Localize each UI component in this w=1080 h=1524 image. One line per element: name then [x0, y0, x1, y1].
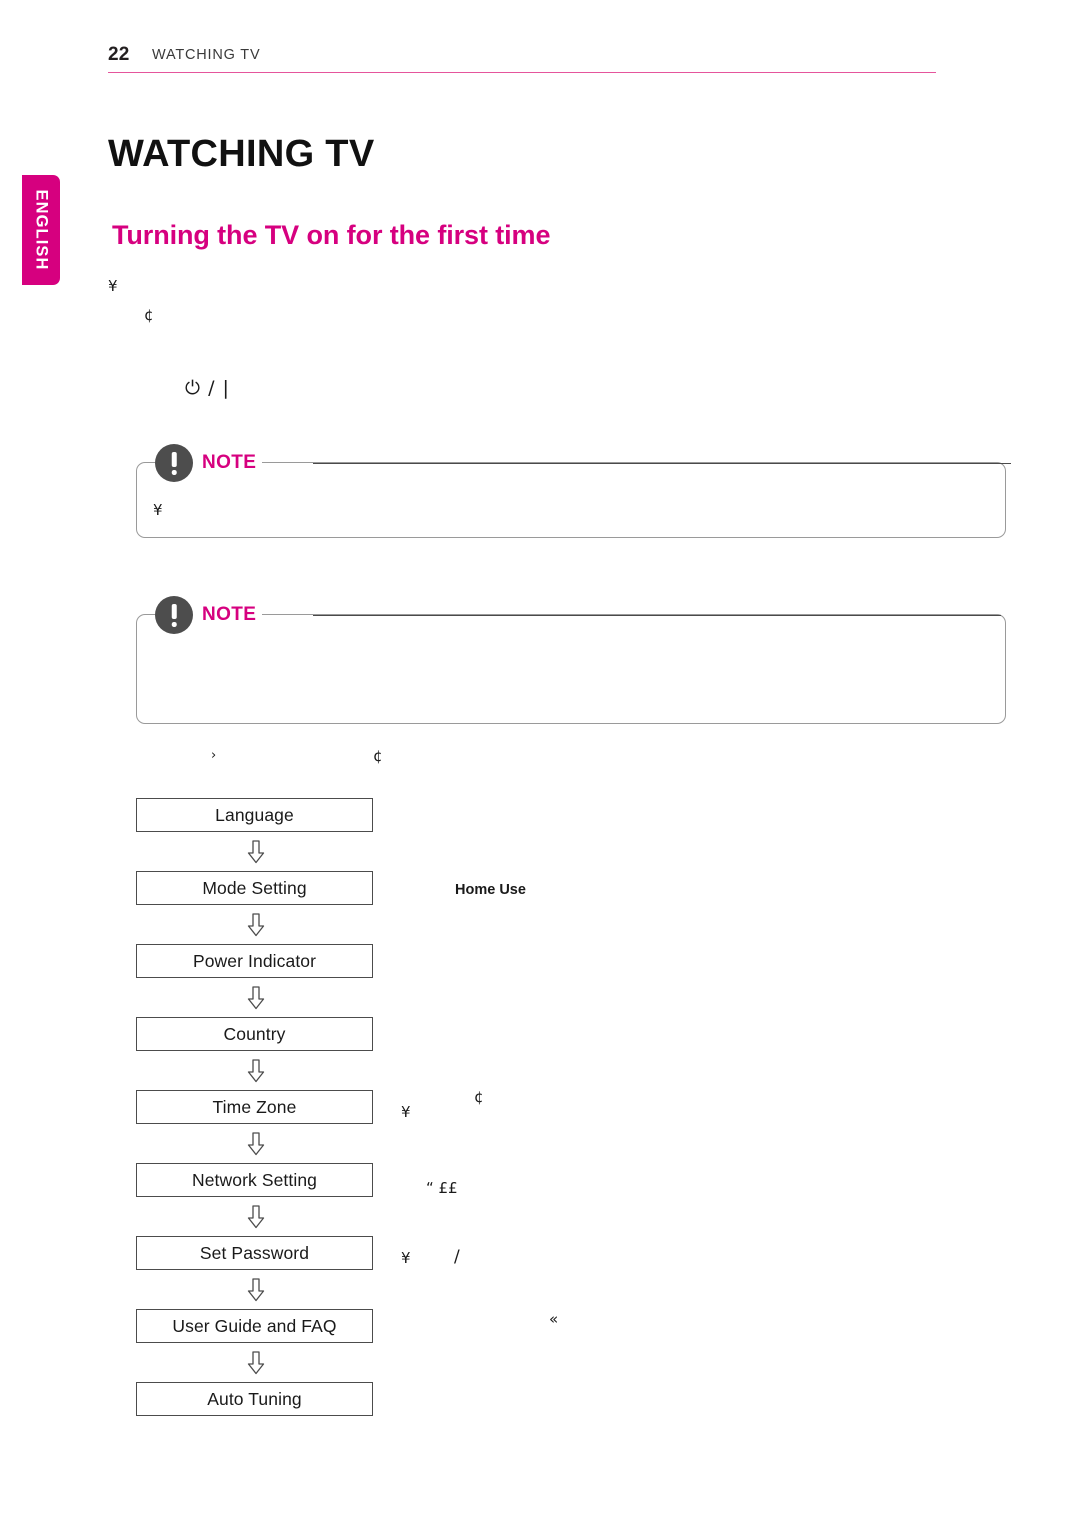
- flow-step-power-indicator: Power Indicator: [136, 944, 373, 978]
- flow-step-label: Mode Setting: [202, 877, 307, 898]
- flow-step-language: Language: [136, 798, 373, 832]
- annotation-caret: ›: [211, 748, 217, 763]
- sub-bullet-marker-1: ¢: [144, 306, 154, 324]
- flow-step-network-setting: Network Setting: [136, 1163, 373, 1197]
- header-divider: [108, 72, 936, 73]
- flow-arrow-down-icon: [136, 1197, 375, 1236]
- annotation-sub-bullet-b: ¢: [474, 1088, 484, 1106]
- flow-step-label: Auto Tuning: [207, 1388, 302, 1409]
- annotation-guillemet: «: [549, 1310, 559, 1328]
- note-box-1: NOTE ¥: [136, 444, 1011, 538]
- note-rule-1: [313, 463, 1011, 465]
- annotation-pounds: “ ££: [426, 1179, 458, 1197]
- page-number: 22: [108, 44, 130, 65]
- flow-step-mode-setting: Mode Setting: [136, 871, 373, 905]
- note-body-2: [153, 643, 991, 715]
- flow-arrow-down-icon: [136, 1343, 375, 1382]
- annotation-slash: /: [454, 1247, 460, 1267]
- header-section-label: WATCHING TV: [152, 47, 261, 63]
- language-tab-english: ENGLISH: [22, 175, 60, 285]
- note-body-1: ¥: [153, 491, 991, 529]
- flow-step-user-guide-and-faq: User Guide and FAQ: [136, 1309, 373, 1343]
- annotation-sub-bullet-a: ¢: [373, 747, 383, 765]
- flow-step-time-zone: Time Zone: [136, 1090, 373, 1124]
- flow-arrow-down-icon: [136, 1270, 375, 1309]
- flow-step-label: User Guide and FAQ: [172, 1315, 337, 1336]
- language-tab-label: ENGLISH: [32, 189, 51, 271]
- flow-step-auto-tuning: Auto Tuning: [136, 1382, 373, 1416]
- page-title: WATCHING TV: [108, 133, 375, 175]
- flow-arrow-down-icon: [136, 905, 375, 944]
- flow-step-label: Set Password: [199, 1242, 310, 1263]
- bullet-marker-1: ¥: [108, 277, 118, 295]
- power-button-symbol: ⏻ / |: [185, 377, 230, 399]
- note-header-2: NOTE: [155, 596, 263, 634]
- flow-arrow-down-icon: [136, 832, 375, 871]
- flow-step-label: Language: [215, 804, 294, 825]
- note-bullet-marker-1: ¥: [153, 501, 163, 519]
- flow-step-label: Power Indicator: [192, 950, 317, 971]
- note-rule-2: [313, 615, 1001, 617]
- note-label-1: NOTE: [202, 452, 257, 473]
- exclamation-circle-icon: [155, 596, 193, 634]
- flow-step-country: Country: [136, 1017, 373, 1051]
- flow-step-label: Country: [223, 1023, 286, 1044]
- annotation-home-use: Home Use: [455, 882, 526, 898]
- exclamation-circle-icon: [155, 444, 193, 482]
- setup-flow-chart: Language Mode Setting Power Indicator Count…: [136, 798, 375, 1416]
- note-label-2: NOTE: [202, 604, 257, 625]
- annotation-bullet-b: ¥: [401, 1249, 411, 1267]
- note-header-1: NOTE: [155, 444, 263, 482]
- flow-step-label: Time Zone: [212, 1096, 297, 1117]
- section-subtitle: Turning the TV on for the first time: [112, 220, 551, 250]
- annotation-bullet-a: ¥: [401, 1103, 411, 1121]
- flow-arrow-down-icon: [136, 1124, 375, 1163]
- flow-arrow-down-icon: [136, 978, 375, 1017]
- flow-step-set-password: Set Password: [136, 1236, 373, 1270]
- note-box-2: NOTE: [136, 596, 1006, 724]
- flow-step-label: Network Setting: [191, 1169, 318, 1190]
- flow-arrow-down-icon: [136, 1051, 375, 1090]
